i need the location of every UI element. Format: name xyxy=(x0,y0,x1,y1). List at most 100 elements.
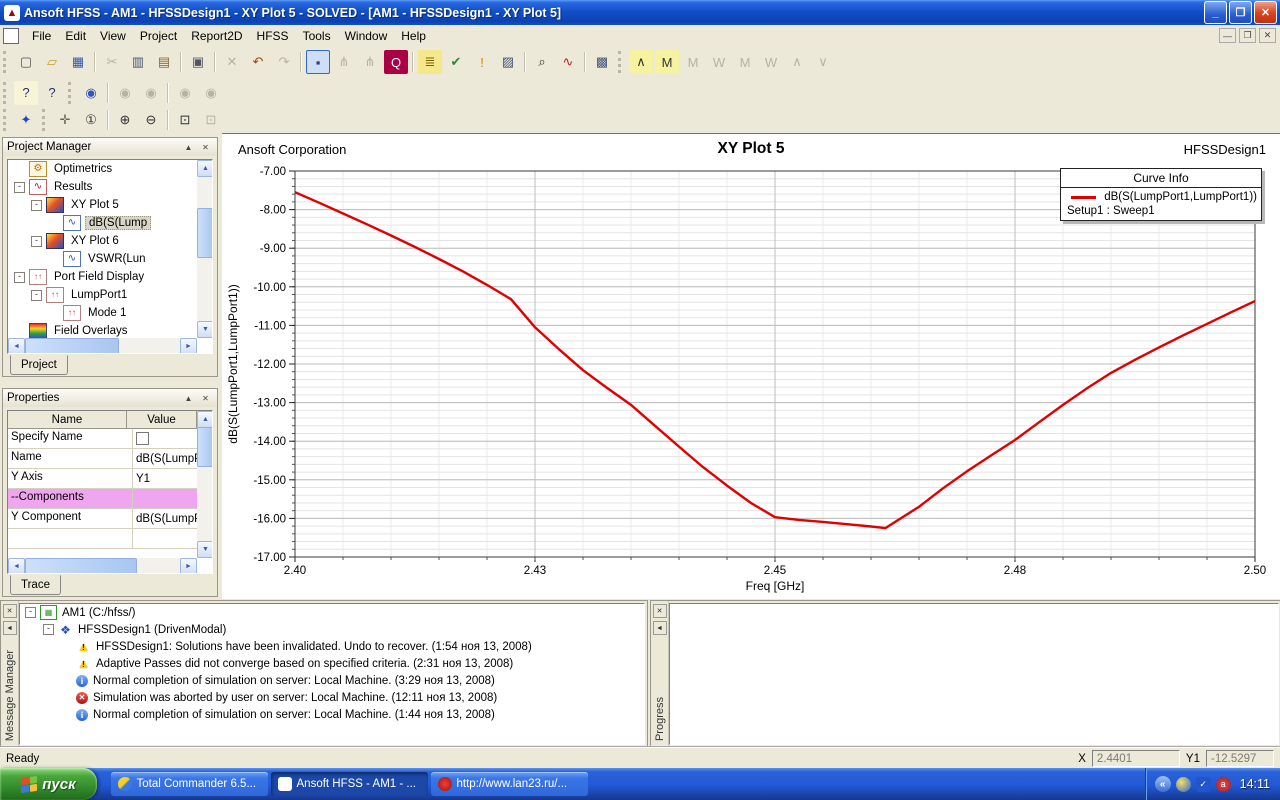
toolbar-handle[interactable] xyxy=(3,109,9,131)
zoom-1-1-icon[interactable]: ① xyxy=(79,108,103,132)
property-value[interactable] xyxy=(133,489,197,508)
tree-item[interactable]: - Results xyxy=(8,178,197,196)
tree-item[interactable]: dB(S(Lump xyxy=(8,214,197,232)
menu-item[interactable]: Edit xyxy=(58,27,93,45)
show-all-icon[interactable]: ◉ xyxy=(199,81,223,105)
property-row[interactable] xyxy=(8,529,197,549)
dock-pin-icon[interactable]: ◄ xyxy=(653,621,667,635)
hide-all-icon[interactable]: ◉ xyxy=(173,81,197,105)
tree-expander-icon[interactable]: - xyxy=(31,200,42,211)
menu-item[interactable]: View xyxy=(93,27,133,45)
tree-expander-icon[interactable]: - xyxy=(25,607,36,618)
scroll-up-icon[interactable]: ▲ xyxy=(197,160,213,177)
property-row[interactable]: Y Axis Y1 xyxy=(8,469,197,489)
curve-info-legend[interactable]: Curve Info dB(S(LumpPort1,LumpPort1)) Se… xyxy=(1060,168,1262,221)
message-row[interactable]: HFSSDesign1: Solutions have been invalid… xyxy=(20,638,644,655)
properties-vscrollbar[interactable]: ▲ ▼ xyxy=(197,411,212,558)
new-icon[interactable]: ▢ xyxy=(14,50,38,74)
panel-collapse-icon[interactable]: ▲ xyxy=(181,140,196,155)
property-value[interactable] xyxy=(133,529,197,548)
tray-language-icon[interactable]: a xyxy=(1216,777,1231,792)
lumped-port-icon[interactable]: ⋔ xyxy=(358,50,382,74)
tree-expander-icon[interactable]: - xyxy=(43,624,54,635)
zoom-out-icon[interactable]: ⊖ xyxy=(139,108,163,132)
hide-selection-icon[interactable]: ◉ xyxy=(113,81,137,105)
tree-item[interactable]: - XY Plot 6 xyxy=(8,232,197,250)
context-help-icon[interactable]: ? xyxy=(40,81,64,105)
tree-item[interactable]: Optimetrics xyxy=(8,160,197,178)
tree-item[interactable]: - XY Plot 5 xyxy=(8,196,197,214)
pan-icon[interactable]: ✛ xyxy=(53,108,77,132)
redo-icon[interactable]: ↷ xyxy=(272,50,296,74)
property-value[interactable]: dB(S(LumpP xyxy=(133,449,197,468)
mdi-child-icon[interactable] xyxy=(3,28,19,44)
taskbar-task-button[interactable]: Ansoft HFSS - AM1 - ... xyxy=(271,772,428,796)
column-header-name[interactable]: Name xyxy=(8,411,127,429)
panel-close-icon[interactable]: ✕ xyxy=(198,140,213,155)
open-icon[interactable]: ▱ xyxy=(40,50,64,74)
scroll-down-icon[interactable]: ▼ xyxy=(197,541,213,558)
panel-close-icon[interactable]: ✕ xyxy=(198,391,213,406)
menu-item[interactable]: File xyxy=(25,27,58,45)
taskbar-task-button[interactable]: http://www.lan23.ru/... xyxy=(431,772,588,796)
marker-down-icon[interactable]: ∨ xyxy=(811,50,835,74)
mdi-restore-button[interactable]: ❐ xyxy=(1239,28,1256,43)
tree-item[interactable]: - Port Field Display xyxy=(8,268,197,286)
print-icon[interactable]: ▣ xyxy=(186,50,210,74)
tray-network-icon[interactable] xyxy=(1176,777,1191,792)
tree-expander-icon[interactable]: - xyxy=(14,182,25,193)
tree-expander-icon[interactable]: - xyxy=(31,290,42,301)
property-value[interactable]: Y1 xyxy=(133,469,197,488)
toolbar-handle[interactable] xyxy=(42,109,48,131)
scroll-left-icon[interactable]: ◄ xyxy=(8,338,25,354)
tray-dialup-icon[interactable]: ✓ xyxy=(1196,777,1211,792)
scroll-down-icon[interactable]: ▼ xyxy=(197,321,213,338)
message-row[interactable]: - HFSSDesign1 (DrivenModal) xyxy=(20,621,644,638)
q3d-icon[interactable]: Q xyxy=(384,50,408,74)
menu-item[interactable]: Window xyxy=(338,27,395,45)
validate-icon[interactable]: ✔ xyxy=(444,50,468,74)
marker-max-icon[interactable]: M xyxy=(655,50,679,74)
start-button[interactable]: пуск xyxy=(0,768,97,800)
scroll-up-icon[interactable]: ▲ xyxy=(197,411,213,428)
message-row[interactable]: Normal completion of simulation on serve… xyxy=(20,672,644,689)
solution-data-icon[interactable]: ▨ xyxy=(496,50,520,74)
property-row[interactable]: Y Component dB(S(LumpP xyxy=(8,509,197,529)
tray-chevron-icon[interactable]: « xyxy=(1155,776,1171,792)
tab-project[interactable]: Project xyxy=(10,355,68,375)
show-selection-icon[interactable]: ◉ xyxy=(139,81,163,105)
checkbox[interactable] xyxy=(136,432,149,445)
toolbar-handle[interactable] xyxy=(68,82,74,104)
project-tree-vscrollbar[interactable]: ▲ ▼ xyxy=(197,160,212,338)
scroll-right-icon[interactable]: ► xyxy=(180,338,197,354)
analyze-icon[interactable]: ! xyxy=(470,50,494,74)
property-row[interactable]: Specify Name xyxy=(8,429,197,449)
toolbar-handle[interactable] xyxy=(3,82,9,104)
toolbar-handle[interactable] xyxy=(618,51,624,73)
marker-min-icon[interactable]: M xyxy=(681,50,705,74)
zoom-rect-icon[interactable]: ⊡ xyxy=(173,108,197,132)
panel-collapse-icon[interactable]: ▲ xyxy=(181,391,196,406)
vscroll-thumb[interactable] xyxy=(197,208,213,258)
paste-icon[interactable]: ▤ xyxy=(152,50,176,74)
message-row[interactable]: Simulation was aborted by user on server… xyxy=(20,689,644,706)
analysis-setup-icon[interactable]: ≣ xyxy=(418,50,442,74)
tree-item[interactable]: - LumpPort1 xyxy=(8,286,197,304)
toolbar-handle[interactable] xyxy=(3,51,9,73)
message-row[interactable]: Adaptive Passes did not converge based o… xyxy=(20,655,644,672)
menu-item[interactable]: Help xyxy=(394,27,433,45)
project-tree-hscrollbar[interactable]: ◄ ► xyxy=(8,338,197,353)
marker-valley-icon[interactable]: W xyxy=(707,50,731,74)
copy-image-icon[interactable]: ▩ xyxy=(590,50,614,74)
menu-item[interactable]: Report2D xyxy=(184,27,249,45)
undo-icon[interactable]: ↶ xyxy=(246,50,270,74)
delete-icon[interactable]: ✕ xyxy=(220,50,244,74)
dock-pin-icon[interactable]: ◄ xyxy=(3,621,17,635)
tree-item[interactable]: VSWR(Lun xyxy=(8,250,197,268)
marker-m2-icon[interactable]: M xyxy=(733,50,757,74)
view-visibility-icon[interactable]: ◉ xyxy=(79,81,103,105)
hscroll-thumb[interactable] xyxy=(25,338,119,354)
marker-w2-icon[interactable]: W xyxy=(759,50,783,74)
mdi-minimize-button[interactable]: — xyxy=(1219,28,1236,43)
property-row[interactable]: Name dB(S(LumpP xyxy=(8,449,197,469)
